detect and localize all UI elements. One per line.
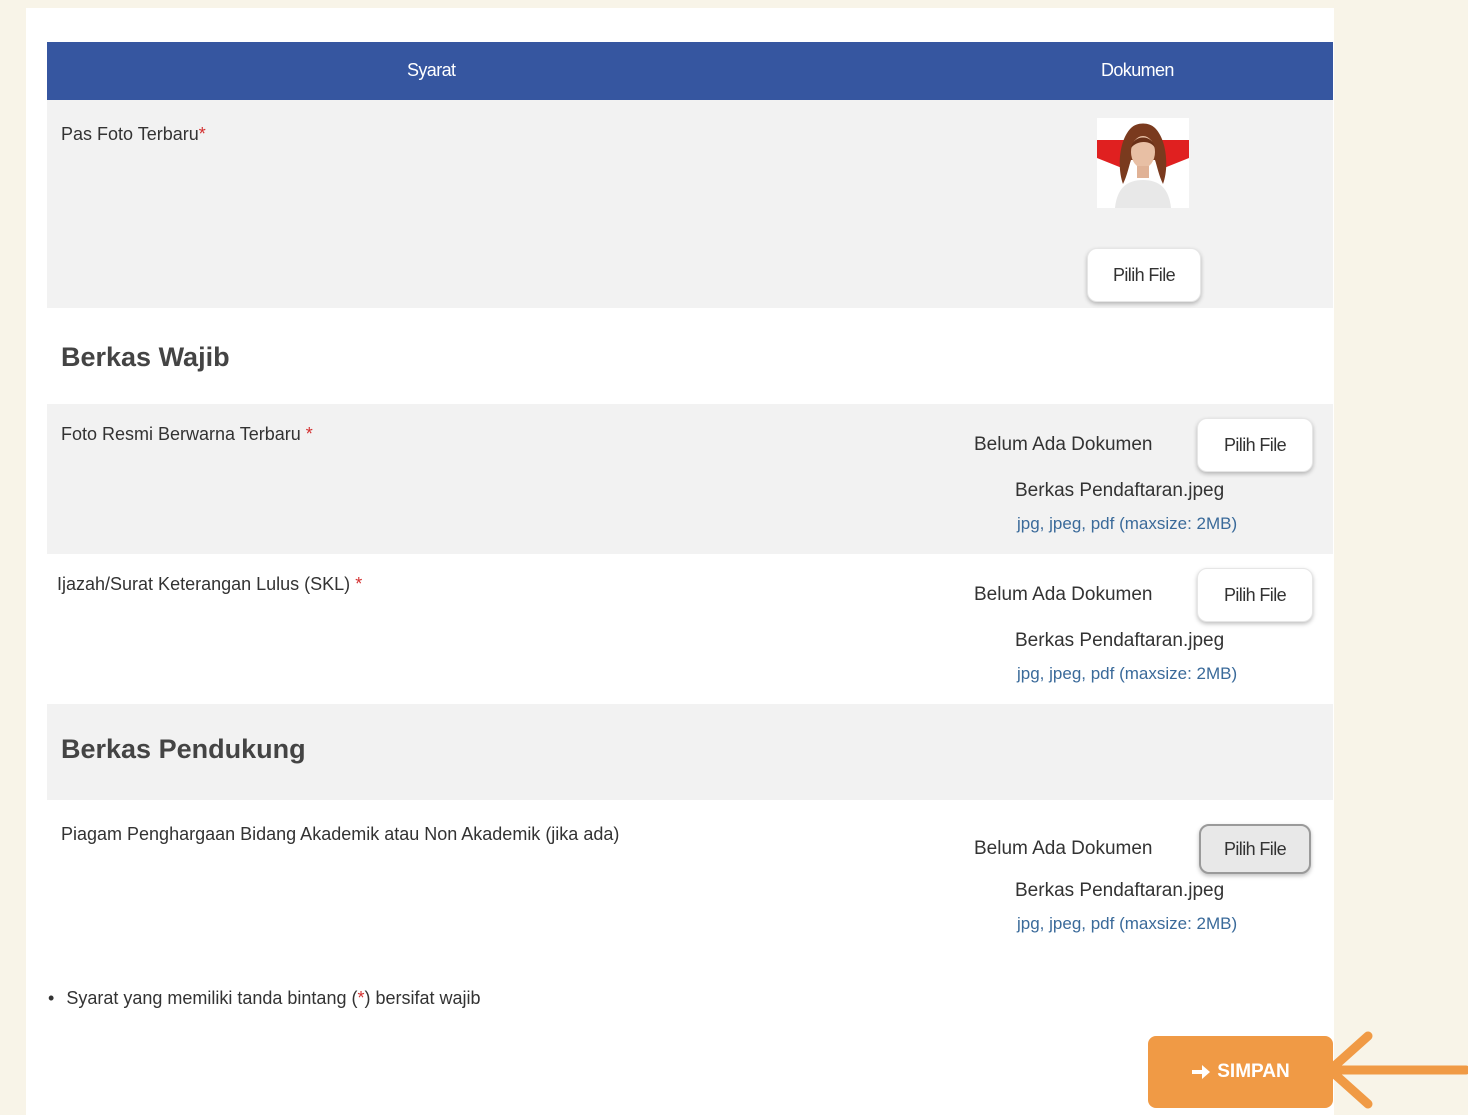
document-format-hint: jpg, jpeg, pdf (maxsize: 2MB): [1017, 664, 1238, 683]
foto-resmi-choose-file-button[interactable]: Pilih File: [1197, 418, 1313, 472]
bullet: •: [48, 988, 55, 1008]
pas-foto-choose-file-button[interactable]: Pilih File: [1087, 248, 1201, 302]
piagam-choose-file-button[interactable]: Pilih File: [1199, 824, 1311, 874]
required-fields-note: • Syarat yang memiliki tanda bintang (*) …: [48, 988, 481, 1008]
row-pas-foto: Pas Foto Terbaru* Pilih File: [47, 100, 1333, 308]
simpan-button[interactable]: SIMPAN: [1148, 1036, 1333, 1108]
row-foto-resmi: Foto Resmi Berwarna Terbaru * Belum Ada …: [47, 404, 1333, 554]
section-title-berkas-wajib: Berkas Wajib: [61, 342, 230, 372]
table-header: Syarat Dokumen: [47, 42, 1333, 100]
ijazah-skl-label: Ijazah/Surat Keterangan Lulus (SKL) *: [57, 574, 363, 594]
required-mark: *: [355, 574, 363, 594]
section-title-berkas-pendukung: Berkas Pendukung: [61, 734, 306, 764]
row-ijazah-skl: Ijazah/Surat Keterangan Lulus (SKL) * Be…: [47, 554, 1333, 704]
pas-foto-label: Pas Foto Terbaru*: [61, 124, 206, 144]
header-dokumen: Dokumen: [1101, 60, 1174, 80]
document-status: Belum Ada Dokumen: [974, 584, 1153, 605]
annotation-arrow-icon: [1325, 1031, 1468, 1109]
upload-form-card: Syarat Dokumen Pas Foto Terbaru* Pilih F…: [26, 8, 1334, 1115]
arrow-right-icon: [1192, 1065, 1211, 1079]
row-piagam-penghargaan: Piagam Penghargaan Bidang Akademik atau …: [47, 800, 1333, 950]
document-file-name[interactable]: Berkas Pendaftaran.jpeg: [1015, 480, 1224, 502]
ijazah-skl-choose-file-button[interactable]: Pilih File: [1197, 568, 1313, 622]
section-berkas-pendukung: Berkas Pendukung: [47, 704, 1333, 800]
document-status: Belum Ada Dokumen: [974, 838, 1153, 859]
foto-resmi-label: Foto Resmi Berwarna Terbaru *: [61, 424, 313, 444]
photo-image: [1097, 118, 1189, 208]
profile-photo-thumbnail: [1097, 118, 1189, 208]
document-status: Belum Ada Dokumen: [974, 434, 1153, 455]
simpan-label: SIMPAN: [1217, 1061, 1290, 1082]
document-file-name[interactable]: Berkas Pendaftaran.jpeg: [1015, 630, 1224, 652]
piagam-label: Piagam Penghargaan Bidang Akademik atau …: [61, 824, 620, 844]
required-mark: *: [305, 424, 313, 444]
document-format-hint: jpg, jpeg, pdf (maxsize: 2MB): [1017, 514, 1238, 533]
document-format-hint: jpg, jpeg, pdf (maxsize: 2MB): [1017, 914, 1238, 933]
header-syarat: Syarat: [407, 60, 456, 80]
required-mark: *: [198, 124, 206, 144]
document-file-name[interactable]: Berkas Pendaftaran.jpeg: [1015, 880, 1224, 902]
